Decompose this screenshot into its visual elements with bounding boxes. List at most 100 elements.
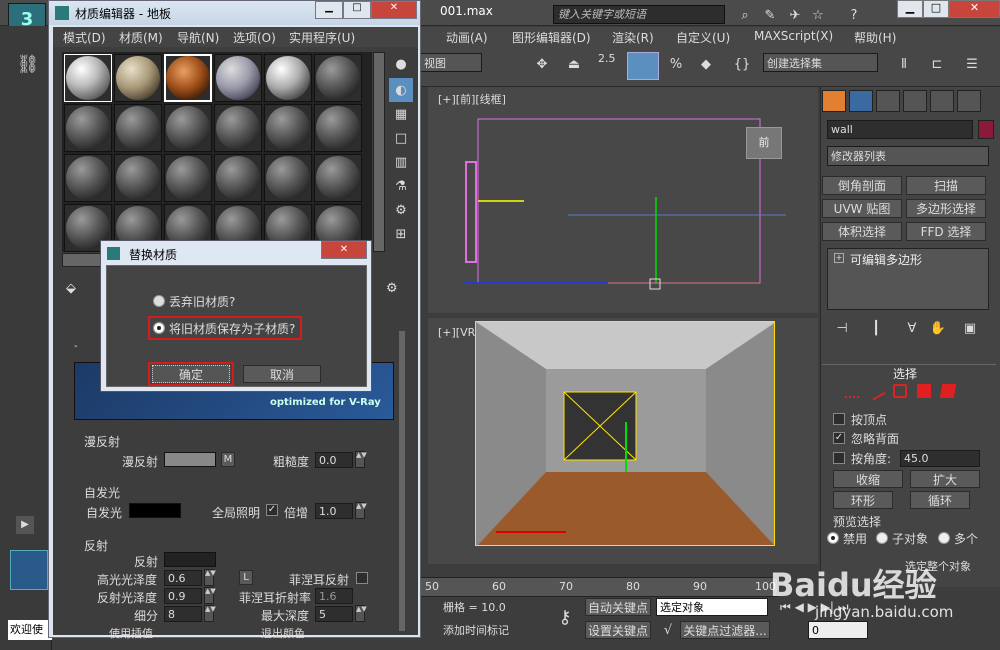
preview-off-radio[interactable] (827, 532, 839, 544)
menu-animation[interactable]: 动画(A) (446, 29, 488, 46)
sample-slot[interactable] (264, 104, 312, 152)
mat-menu-mode[interactable]: 模式(D) (63, 29, 106, 46)
remove-modifier-icon[interactable]: ✋ (926, 316, 950, 340)
sample-slot-active[interactable] (164, 54, 212, 102)
view-dropdown[interactable]: 视图 (420, 53, 482, 72)
fresnel-ior-input[interactable]: 1.6 (315, 588, 353, 604)
set-key-button[interactable]: 设置关键点 (585, 621, 651, 639)
key-mode-dropdown[interactable]: 选定对象 (656, 598, 768, 616)
motion-tab-icon[interactable] (903, 90, 927, 112)
preview-multi-radio[interactable] (938, 532, 950, 544)
key-curve-icon[interactable]: √ (656, 618, 680, 642)
close-window-button[interactable]: ✕ (949, 0, 1000, 18)
hilight-gloss-input[interactable]: 0.6 (164, 570, 202, 586)
discard-old-radio[interactable] (153, 295, 165, 307)
shrink-button[interactable]: 收缩 (833, 470, 903, 488)
object-color-swatch[interactable] (978, 120, 994, 139)
modifier-list-dropdown[interactable]: 修改器列表 (827, 146, 989, 166)
sample-slot[interactable] (214, 54, 262, 102)
options-gear-icon[interactable]: ⚙ (386, 281, 398, 296)
sample-slot[interactable] (164, 154, 212, 202)
named-selection-set[interactable]: 创建选择集 (763, 53, 878, 72)
mat-maximize-button[interactable]: □ (343, 1, 371, 19)
front-viewport-label[interactable]: [+][前][线框] (438, 91, 506, 107)
wrench-icon[interactable]: ✎ (758, 3, 782, 27)
by-vertex-checkbox[interactable] (833, 413, 845, 425)
angle-snap-icon[interactable] (627, 52, 659, 80)
key-icon[interactable]: ⚷ (550, 605, 580, 629)
mat-vscroll[interactable] (399, 331, 405, 631)
sample-slot[interactable] (114, 154, 162, 202)
place-icon[interactable]: ⏏ (562, 52, 586, 76)
sample-slot[interactable] (64, 54, 112, 102)
edge-icon[interactable] (866, 381, 886, 401)
make-unique-icon[interactable]: ∀ (900, 316, 924, 340)
hierarchy-tab-icon[interactable] (876, 90, 900, 112)
slots-scrollbar[interactable] (373, 52, 385, 252)
auto-key-button[interactable]: 自动关键点 (585, 598, 651, 616)
search-input[interactable]: 键入关键字或短语 (553, 5, 725, 24)
sample-slot[interactable] (264, 154, 312, 202)
display-tab-icon[interactable] (930, 90, 954, 112)
background-icon[interactable]: ▦ (389, 102, 413, 126)
menu-maxscript[interactable]: MAXScript(X) (754, 29, 833, 43)
align-icon[interactable]: ⊏ (925, 52, 949, 76)
subdivs-spinner[interactable]: ▲▼ (204, 605, 216, 622)
select-move-icon[interactable]: ✥ (530, 52, 554, 76)
mat-menu-material[interactable]: 材质(M) (119, 29, 163, 46)
sample-slot[interactable] (314, 104, 362, 152)
mod-button-bevel-profile[interactable]: 倒角剖面 (822, 176, 902, 195)
make-preview-icon[interactable]: ⚗ (389, 174, 413, 198)
hilight-gloss-spinner[interactable]: ▲▼ (204, 569, 216, 586)
fresnel-checkbox[interactable] (356, 572, 368, 584)
diffuse-map-button[interactable]: M (221, 452, 235, 467)
sample-slot[interactable] (214, 154, 262, 202)
options-icon[interactable]: ⚙ (389, 198, 413, 222)
roughness-spinner[interactable]: ▲▼ (355, 451, 367, 468)
max-depth-input[interactable]: 5 (315, 606, 353, 622)
vertex-icon[interactable] (845, 384, 859, 398)
stack-expand-icon[interactable]: + (834, 253, 844, 263)
mod-button-ffd-select[interactable]: FFD 选择 (906, 222, 986, 241)
utilities-tab-icon[interactable] (957, 90, 981, 112)
menu-graph-editors[interactable]: 图形编辑器(D) (512, 29, 591, 46)
star-icon[interactable]: ☆ (806, 3, 830, 27)
preview-sub-radio[interactable] (876, 532, 888, 544)
key-filters-button[interactable]: 关键点过滤器... (680, 621, 770, 639)
dialog-close-button[interactable]: ✕ (321, 241, 367, 259)
rollout-collapse[interactable]: - (74, 341, 84, 352)
refl-gloss-input[interactable]: 0.9 (164, 588, 202, 604)
menu-help[interactable]: 帮助(H) (854, 29, 896, 46)
pin-icon[interactable]: ✈ (783, 3, 807, 27)
minimize-button[interactable]: ▁ (897, 0, 923, 18)
create-tab-icon[interactable] (822, 90, 846, 112)
cancel-button[interactable]: 取消 (243, 365, 321, 383)
reflect-swatch[interactable] (164, 552, 216, 567)
viewport-front[interactable]: [+][前][线框] 前 (428, 87, 818, 313)
angle-input[interactable]: 45.0 (900, 450, 980, 467)
ok-button[interactable]: 确定 (152, 365, 230, 383)
mat-close-button[interactable]: ✕ (371, 1, 417, 19)
mod-button-poly-select[interactable]: 多边形选择 (906, 199, 986, 218)
sample-slot[interactable] (164, 104, 212, 152)
mat-menu-utilities[interactable]: 实用程序(U) (289, 29, 355, 46)
polygon-icon[interactable] (917, 384, 931, 398)
add-time-tag[interactable]: 添加时间标记 (440, 621, 540, 639)
ring-button[interactable]: 环形 (833, 491, 893, 509)
layer-icon[interactable]: ☰ (960, 52, 984, 76)
menu-customize[interactable]: 自定义(U) (676, 29, 730, 46)
menu-rendering[interactable]: 渲染(R) (612, 29, 654, 46)
roughness-input[interactable]: 0.0 (315, 452, 353, 468)
modify-tab-icon[interactable] (849, 90, 873, 112)
by-angle-checkbox[interactable] (833, 452, 845, 464)
mod-button-uvw-map[interactable]: UVW 贴图 (822, 199, 902, 218)
video-color-icon[interactable]: ▥ (389, 150, 413, 174)
edit-named-sel-icon[interactable]: {} (730, 52, 754, 76)
mod-button-vol-select[interactable]: 体积选择 (822, 222, 902, 241)
sample-slot[interactable] (314, 154, 362, 202)
show-end-result-icon[interactable]: ┃ (864, 316, 888, 340)
sample-slot[interactable] (64, 154, 112, 202)
sample-slot[interactable] (114, 54, 162, 102)
border-icon[interactable] (893, 384, 907, 398)
loop-button[interactable]: 循环 (910, 491, 970, 509)
